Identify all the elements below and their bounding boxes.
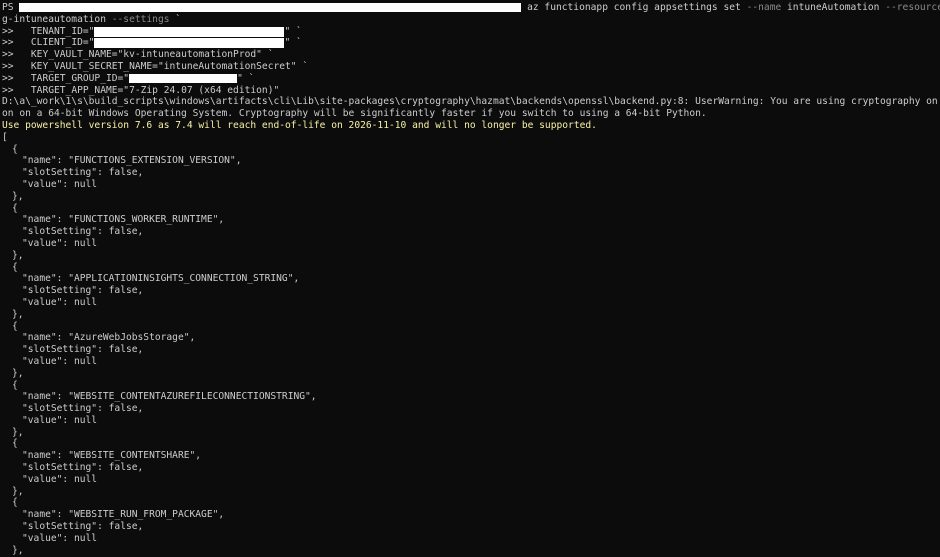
setting-slot: "slotSetting": false, — [22, 285, 144, 297]
flag-name: --name — [746, 2, 782, 13]
command-line-1: PS az functionapp config appsettings set… — [2, 2, 940, 14]
continuation-text: CLIENT_ID=" — [30, 37, 95, 49]
setting-value: "value": null — [22, 414, 98, 426]
command-text: az functionapp config appsettings set — [521, 2, 747, 13]
setting-value: "value": null — [22, 178, 98, 190]
continuation-prompt: >> — [2, 72, 31, 84]
setting-name: "name": "AzureWebJobsStorage", — [22, 332, 196, 344]
continuation-suffix: " ` — [284, 37, 302, 49]
setting-value: "value": null — [22, 355, 98, 367]
json-brace-open: { — [12, 202, 18, 214]
continuation-prompt: >> — [2, 60, 31, 72]
json-brace-close: }, — [12, 308, 24, 320]
setting-slot: "slotSetting": false, — [22, 403, 144, 415]
warning-line: on on a 64-bit Windows Operating System.… — [2, 108, 707, 120]
setting-name: "name": "WEBSITE_CONTENTAZUREFILECONNECT… — [22, 391, 317, 403]
json-brace-open: { — [12, 379, 18, 391]
redacted-client-id — [94, 38, 285, 49]
continuation-suffix: " ` — [237, 72, 255, 84]
redacted-path — [19, 3, 522, 12]
setting-value: "value": null — [22, 532, 98, 544]
json-array-open: [ — [2, 131, 8, 143]
continuation-line: >> CLIENT_ID=" " ` — [2, 37, 940, 49]
continuation-prompt: >> — [2, 25, 31, 37]
json-brace-close: }, — [12, 544, 24, 556]
setting-slot: "slotSetting": false, — [22, 521, 144, 533]
continuation-line: >> TARGET_APP_NAME="7-Zip 24.07 (x64 edi… — [2, 85, 940, 97]
json-brace-close: }, — [12, 249, 24, 261]
flag-settings: --settings — [111, 13, 170, 25]
setting-slot: "slotSetting": false, — [22, 226, 144, 238]
json-brace-close: }, — [12, 485, 24, 497]
json-brace-open: { — [12, 143, 18, 155]
redacted-group-id — [129, 73, 238, 83]
continuation-prompt: >> — [2, 49, 31, 61]
setting-value: "value": null — [22, 237, 98, 249]
setting-slot: "slotSetting": false, — [22, 344, 144, 356]
json-brace-close: }, — [12, 426, 24, 438]
app-name: intuneAutomation — [781, 2, 886, 13]
terminal-window[interactable]: PS az functionapp config appsettings set… — [0, 0, 940, 557]
continuation-prompt: >> — [2, 84, 31, 96]
setting-value: "value": null — [22, 473, 98, 485]
flag-resource-group: --resource-group — [885, 2, 940, 13]
continuation-line: >> KEY_VAULT_NAME="kv-intuneautomationPr… — [2, 49, 940, 61]
json-brace-close: }, — [12, 367, 24, 379]
continuation-text: KEY_VAULT_NAME="kv-intuneautomationProd"… — [30, 49, 274, 61]
resource-group-end: g-intuneautomation — [2, 13, 112, 25]
continuation-suffix: " ` — [284, 25, 302, 37]
setting-name: "name": "FUNCTIONS_EXTENSION_VERSION", — [22, 155, 242, 167]
setting-name: "name": "APPLICATIONINSIGHTS_CONNECTION_… — [22, 273, 300, 285]
continuation-text: KEY_VAULT_SECRET_NAME="intuneAutomationS… — [30, 60, 309, 72]
line-continuation: ` — [169, 13, 182, 25]
setting-name: "name": "WEBSITE_CONTENTSHARE", — [22, 450, 202, 462]
continuation-line: >> TARGET_GROUP_ID=" " ` — [2, 73, 940, 85]
json-brace-close: }, — [12, 190, 24, 202]
warning-line: D:\a\_work\1\s\build_scripts\windows\art… — [2, 96, 940, 108]
prompt-prefix: PS — [2, 2, 20, 13]
setting-name: "name": "WEBSITE_RUN_FROM_PACKAGE", — [22, 509, 225, 521]
json-brace-open: { — [12, 438, 18, 450]
continuation-prompt: >> — [2, 37, 31, 49]
command-line-2: g-intuneautomation --settings ` — [2, 14, 940, 26]
redacted-tenant-id — [94, 26, 285, 37]
json-brace-open: { — [12, 320, 18, 332]
setting-name: "name": "FUNCTIONS_WORKER_RUNTIME", — [22, 214, 225, 226]
continuation-text: TARGET_APP_NAME="7-Zip 24.07 (x64 editio… — [30, 84, 280, 96]
continuation-line: >> TENANT_ID=" " ` — [2, 26, 940, 38]
setting-slot: "slotSetting": false, — [22, 462, 144, 474]
continuation-line: >> KEY_VAULT_SECRET_NAME="intuneAutomati… — [2, 61, 940, 73]
setting-value: "value": null — [22, 296, 98, 308]
powershell-notice: Use powershell version 7.6 as 7.4 will r… — [2, 119, 597, 131]
continuation-text: TENANT_ID=" — [30, 25, 95, 37]
setting-slot: "slotSetting": false, — [22, 167, 144, 179]
json-brace-open: { — [12, 261, 18, 273]
json-brace-open: { — [12, 497, 18, 509]
continuation-text: TARGET_GROUP_ID=" — [30, 72, 130, 84]
